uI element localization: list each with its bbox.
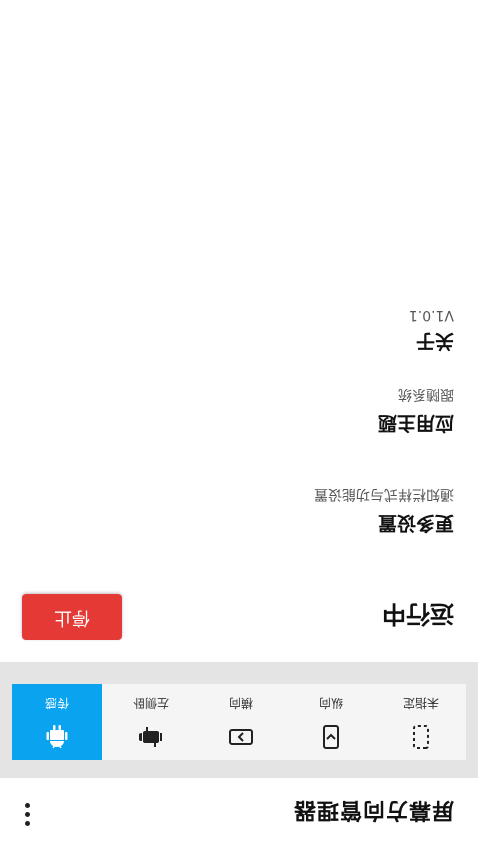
mode-label: 左侧卧: [133, 696, 170, 710]
settings-item-about[interactable]: 关于 V1.0.1: [154, 307, 454, 356]
orientation-mode-bar: 未指定 纵向 横向 左侧卧 传感: [0, 662, 478, 778]
running-status-text: 运行中: [382, 600, 454, 628]
setting-title: 更多设置: [377, 512, 454, 534]
mode-label: 未指定: [403, 696, 440, 710]
settings-item-theme[interactable]: 应用主题 跟随系统: [154, 385, 454, 438]
portrait-phone-icon: [323, 725, 339, 749]
mode-landscape[interactable]: 横向: [196, 684, 286, 760]
running-status-row: 运行中 停止: [0, 576, 478, 662]
app-bar: 屏幕方向管理器: [0, 778, 478, 850]
setting-subtitle: V1.0.1: [408, 307, 454, 323]
settings-item-more[interactable]: 更多设置 通知栏样式与功能设置: [154, 485, 454, 538]
landscape-phone-icon: [229, 729, 253, 745]
mode-portrait[interactable]: 纵向: [286, 684, 376, 760]
setting-subtitle: 通知栏样式与功能设置: [314, 486, 454, 502]
app-title: 屏幕方向管理器: [292, 797, 454, 822]
mode-track: 未指定 纵向 横向 左侧卧 传感: [12, 684, 466, 760]
more-options-icon[interactable]: [18, 798, 38, 830]
app-screen: 屏幕方向管理器 未指定 纵向 横向 左侧卧 传感 运行中 停止 更多设置 通知栏…: [0, 0, 478, 850]
mode-label: 横向: [229, 696, 254, 710]
setting-title: 关于: [415, 330, 454, 352]
mode-left-lying[interactable]: 左侧卧: [106, 684, 196, 760]
mode-label: 传感: [45, 696, 70, 710]
android-lying-icon: [139, 727, 162, 747]
setting-subtitle: 跟随系统: [398, 386, 454, 402]
stop-button[interactable]: 停止: [22, 594, 122, 640]
android-icon: [46, 725, 68, 749]
dashed-phone-icon: [413, 725, 429, 749]
mode-sensor[interactable]: 传感: [12, 684, 102, 760]
mode-unspecified[interactable]: 未指定: [376, 684, 466, 760]
mode-label: 纵向: [319, 696, 344, 710]
setting-title: 应用主题: [377, 412, 454, 434]
